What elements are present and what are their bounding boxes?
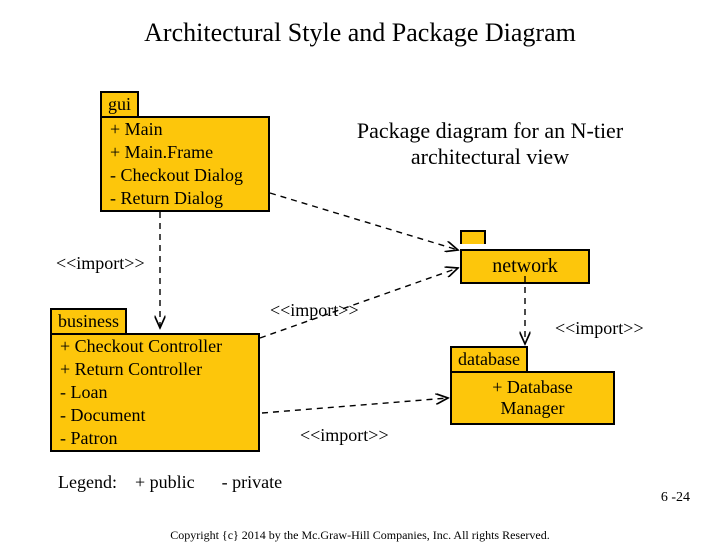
diagram-caption: Package diagram for an N-tier architectu… <box>340 118 640 170</box>
package-database: database + Database Manager <box>450 346 615 425</box>
package-business-item: - Patron <box>52 427 258 450</box>
package-business-tab: business <box>50 308 127 333</box>
package-gui-item: + Main.Frame <box>102 141 268 164</box>
legend-public: + public <box>135 472 195 492</box>
legend-private: - private <box>222 472 282 492</box>
package-gui-item: - Checkout Dialog <box>102 164 268 187</box>
stereotype-import: <<import>> <box>270 300 359 321</box>
caption-line: architectural view <box>340 144 640 170</box>
package-business-item: - Document <box>52 404 258 427</box>
legend: Legend: + public - private <box>58 472 282 493</box>
package-network-tab <box>460 230 486 244</box>
package-business: business + Checkout Controller + Return … <box>50 308 260 452</box>
package-network: network <box>460 230 590 284</box>
package-database-item: Manager <box>458 398 607 419</box>
package-database-item: + Database <box>458 377 607 398</box>
package-gui-body: + Main + Main.Frame - Checkout Dialog - … <box>100 116 270 212</box>
package-gui: gui + Main + Main.Frame - Checkout Dialo… <box>100 91 270 212</box>
package-business-item: + Return Controller <box>52 358 258 381</box>
package-business-item: + Checkout Controller <box>52 335 258 358</box>
stereotype-import: <<import>> <box>300 425 389 446</box>
diagram-canvas: gui + Main + Main.Frame - Checkout Dialo… <box>0 18 720 558</box>
stereotype-import: <<import>> <box>56 253 145 274</box>
copyright: Copyright {c} 2014 by the Mc.Graw-Hill C… <box>0 528 720 543</box>
legend-label: Legend: <box>58 472 117 492</box>
package-gui-item: + Main <box>102 118 268 141</box>
caption-line: Package diagram for an N-tier <box>340 118 640 144</box>
package-database-body: + Database Manager <box>450 371 615 425</box>
package-network-body: network <box>460 249 590 284</box>
slide-number: 6 -24 <box>661 490 690 506</box>
package-gui-item: - Return Dialog <box>102 187 268 210</box>
package-database-tab: database <box>450 346 528 371</box>
package-network-label: network <box>492 255 558 277</box>
package-gui-tab: gui <box>100 91 139 116</box>
stereotype-import: <<import>> <box>555 318 644 339</box>
package-business-item: - Loan <box>52 381 258 404</box>
package-business-body: + Checkout Controller + Return Controlle… <box>50 333 260 452</box>
